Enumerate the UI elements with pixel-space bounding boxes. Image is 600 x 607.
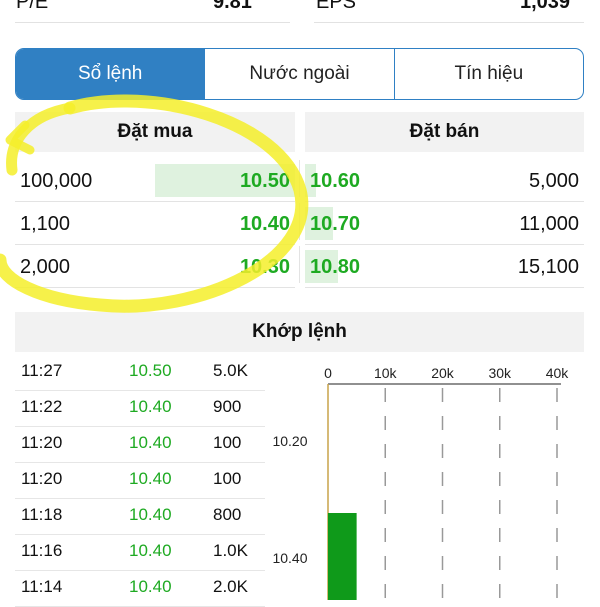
sell-volume: 11,000 [519,213,579,235]
sell-volume: 15,100 [517,256,579,278]
x-tick-label: 0 [324,365,332,381]
volume-bar [328,513,357,600]
trade-volume: 1.0K [213,541,248,560]
trade-row: 11:27 10.50 5.0K [15,354,265,391]
trade-time: 11:22 [21,397,63,416]
row-divider [15,287,295,288]
buy-header: Đặt mua [15,112,295,152]
trade-volume: 2.0K [213,577,248,596]
row-divider [15,201,295,202]
column-divider [299,203,300,240]
y-category-label: 10.20 [272,433,307,449]
trade-price: 10.40 [129,433,172,452]
trade-price: 10.40 [129,469,172,488]
row-divider [305,244,584,245]
trade-row: 11:22 10.40 900 [15,390,265,427]
trade-time: 11:14 [21,577,63,596]
trade-volume: 5.0K [213,361,248,380]
buy-volume: 2,000 [20,256,71,278]
trade-price: 10.50 [129,361,172,380]
sell-price: 10.70 [310,213,361,235]
pe-value: 9.81 [213,0,252,13]
trade-time: 11:20 [21,433,63,452]
trade-time: 11:18 [21,505,63,524]
trade-time: 11:27 [21,361,63,380]
stats-divider-left [15,22,290,23]
buy-price: 10.50 [239,170,290,192]
buy-price: 10.40 [239,213,290,235]
buy-volume: 100,000 [20,170,93,192]
eps-value: 1,039 [520,0,571,13]
tab-order-book[interactable]: Sổ lệnh [16,49,205,99]
stats-divider-right [314,22,584,23]
x-tick-label: 20k [431,365,455,381]
y-category-label: 10.40 [272,550,307,566]
sell-price: 10.60 [310,170,361,192]
trade-row: 11:20 10.40 100 [15,426,265,463]
trade-time: 11:20 [21,469,63,488]
x-tick-label: 40k [546,365,570,381]
buy-price: 10.30 [239,256,290,278]
column-divider [299,160,300,197]
trade-row: 11:14 10.40 2.0K [15,570,265,607]
pe-label: P/E [16,0,49,13]
sell-price: 10.80 [310,256,361,278]
column-divider [299,246,300,283]
eps-label: EPS [316,0,357,13]
buy-volume: 1,100 [20,213,71,235]
row-divider [15,244,295,245]
trade-time: 11:16 [21,541,63,560]
x-tick-label: 10k [374,365,398,381]
trade-price: 10.40 [129,577,172,596]
sell-header: Đặt bán [305,112,584,152]
tab-foreign[interactable]: Nước ngoài [204,49,393,99]
trade-row: 11:20 10.40 100 [15,462,265,499]
sell-volume: 5,000 [528,170,579,192]
trade-price: 10.40 [129,505,172,524]
trade-volume: 100 [213,469,242,488]
x-tick-label: 30k [488,365,512,381]
row-divider [305,287,584,288]
volume-by-price-chart: 0 10k 20k 30k 40k 10.20 10.40 [272,365,570,600]
tab-bar: Sổ lệnh Nước ngoài Tín hiệu [15,48,584,100]
row-divider [305,201,584,202]
trade-volume: 800 [213,505,242,524]
trade-price: 10.40 [129,397,172,416]
trade-row: 11:16 10.40 1.0K [15,534,265,571]
trade-volume: 100 [213,433,242,452]
trade-volume: 900 [213,397,242,416]
tab-signals[interactable]: Tín hiệu [393,49,583,99]
trade-price: 10.40 [129,541,172,560]
trade-row: 11:18 10.40 800 [15,498,265,535]
matched-header: Khớp lệnh [15,312,584,352]
